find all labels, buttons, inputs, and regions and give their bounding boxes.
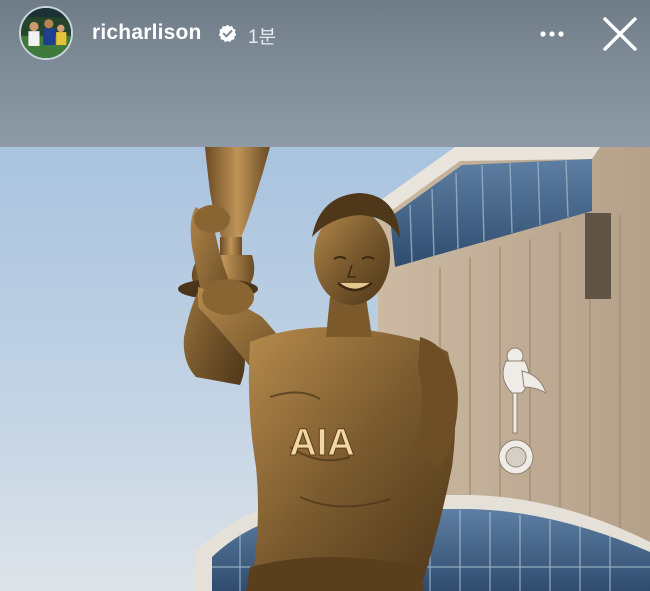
more-options-icon xyxy=(540,31,564,37)
more-options-button[interactable] xyxy=(532,18,572,50)
story-header: richarlison 1분 xyxy=(0,0,650,147)
story-photo: AIA xyxy=(0,147,650,591)
verified-badge-icon xyxy=(218,24,237,43)
close-button[interactable] xyxy=(598,12,642,56)
avatar-image xyxy=(21,8,71,58)
username[interactable]: richarlison xyxy=(92,21,202,45)
timestamp: 1분 xyxy=(248,27,277,48)
statue-photo: AIA xyxy=(0,147,650,591)
jersey-text: AIA xyxy=(289,422,354,464)
avatar[interactable] xyxy=(19,6,73,60)
close-icon xyxy=(603,17,637,51)
